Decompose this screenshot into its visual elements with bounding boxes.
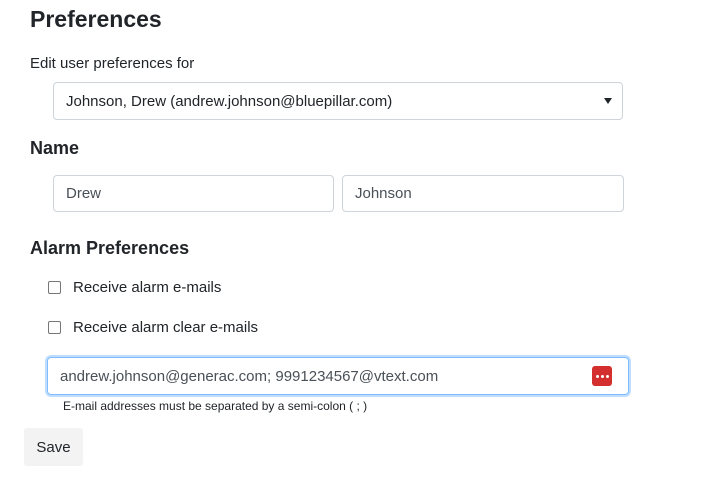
user-select-label: Edit user preferences for xyxy=(30,55,195,72)
save-button[interactable]: Save xyxy=(24,428,83,466)
first-name-input[interactable] xyxy=(53,175,334,212)
receive-alarm-emails-label[interactable]: Receive alarm e-mails xyxy=(73,278,221,298)
email-addresses-input[interactable] xyxy=(48,358,588,394)
preferences-page: Preferences Edit user preferences for Jo… xyxy=(0,0,718,479)
name-section-heading: Name xyxy=(30,138,80,158)
dot-icon xyxy=(606,375,609,378)
receive-alarm-emails-checkbox[interactable] xyxy=(48,281,61,294)
dot-icon xyxy=(601,375,604,378)
email-addresses-field xyxy=(47,357,629,395)
receive-alarm-clear-emails-label[interactable]: Receive alarm clear e-mails xyxy=(73,318,258,338)
user-select-value: Johnson, Drew (andrew.johnson@bluepillar… xyxy=(66,93,393,110)
user-select-dropdown[interactable]: Johnson, Drew (andrew.johnson@bluepillar… xyxy=(53,82,623,120)
password-manager-dots-icon[interactable] xyxy=(592,366,612,386)
page-title: Preferences xyxy=(30,6,162,32)
email-help-text: E-mail addresses must be separated by a … xyxy=(63,399,368,413)
chevron-down-icon xyxy=(604,98,612,104)
last-name-input[interactable] xyxy=(342,175,624,212)
dot-icon xyxy=(596,375,599,378)
receive-alarm-clear-emails-checkbox[interactable] xyxy=(48,321,61,334)
alarm-section-heading: Alarm Preferences xyxy=(30,238,190,258)
